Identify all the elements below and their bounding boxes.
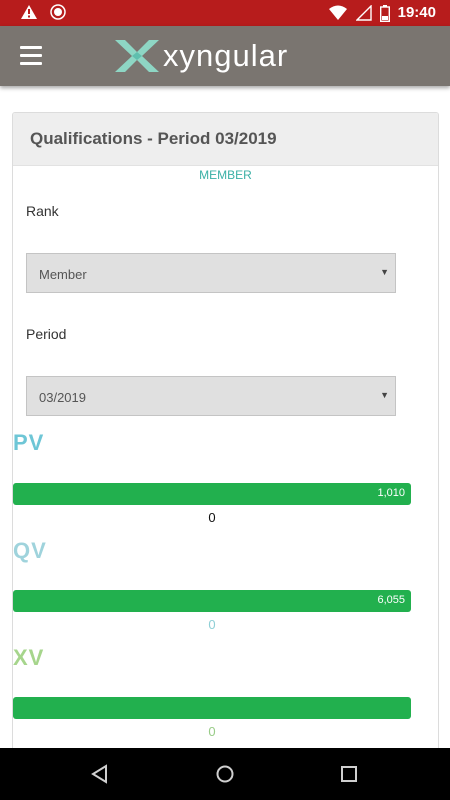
xv-label: XV [13, 645, 45, 670]
rank-label: Rank [26, 203, 59, 219]
period-select-value: 03/2019 [39, 390, 86, 405]
qv-progress-fill: 6,055 [13, 590, 411, 612]
period-select[interactable]: 03/2019 ▼ [26, 376, 396, 416]
xv-sub-value: 0 [208, 724, 216, 739]
xyngular-logo-icon [115, 40, 159, 72]
app-bar: xyngular [0, 26, 450, 86]
pv-sub-value: 0 [208, 510, 216, 525]
period-label: Period [26, 326, 67, 342]
menu-icon[interactable] [20, 46, 42, 66]
status-bar: 19:40 [0, 0, 450, 26]
brand-name: xyngular [163, 38, 289, 73]
recents-icon[interactable] [337, 762, 361, 786]
rank-select[interactable]: Member ▼ [26, 253, 396, 293]
qv-sub-value: 0 [208, 617, 216, 632]
card-title: Qualifications - Period 03/2019 [30, 129, 277, 148]
app-notification-icon [50, 4, 66, 20]
pv-bar-value: 1,010 [377, 487, 405, 499]
back-icon[interactable] [88, 762, 112, 786]
pv-progress-fill: 1,010 [13, 483, 411, 505]
battery-icon [379, 4, 390, 22]
wifi-icon [328, 5, 347, 20]
dropdown-arrow-icon: ▼ [380, 267, 389, 277]
xv-progress-fill [13, 697, 411, 719]
card-header: Qualifications - Period 03/2019 [13, 113, 438, 166]
rank-select-value: Member [39, 267, 87, 282]
qv-progress-bar: 6,055 [13, 590, 411, 612]
pv-label: PV [13, 430, 45, 455]
status-time: 19:40 [397, 4, 436, 21]
signal-icon [355, 5, 372, 21]
rank-badge: MEMBER [199, 168, 252, 182]
navigation-bar [0, 748, 450, 800]
home-icon[interactable] [213, 762, 237, 786]
qv-label: QV [13, 538, 47, 563]
xv-progress-bar [13, 697, 411, 719]
warning-icon [21, 5, 37, 19]
qv-bar-value: 6,055 [377, 594, 405, 606]
qualifications-card: Qualifications - Period 03/2019 MEMBER R… [12, 112, 439, 754]
dropdown-arrow-icon: ▼ [380, 390, 389, 400]
pv-progress-bar: 1,010 [13, 483, 411, 505]
